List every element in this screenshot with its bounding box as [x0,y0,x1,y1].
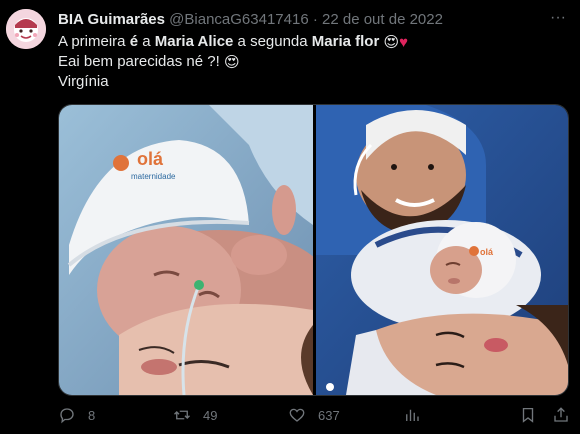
views-button[interactable] [403,402,421,428]
retweet-count: 49 [203,407,218,423]
views-icon [406,409,419,421]
text-segment: a segunda [233,33,312,50]
avatar[interactable] [6,9,46,49]
hat-logo-text: olá [137,149,164,169]
text-segment: Eai bem parecidas né ?! [58,53,224,70]
tweet-date[interactable]: 22 de out de 2022 [322,11,443,28]
bookmark-button[interactable] [519,402,537,428]
reply-icon [60,408,74,424]
like-button[interactable]: 637 [288,402,340,428]
tweet-header: BIA Guimarães @BiancaG63417416 · 22 de o… [58,10,544,30]
text-bold-segment: Maria flor [311,33,380,50]
share-icon [554,407,568,422]
photo-family[interactable]: olá [316,105,568,395]
text-segment: A primeira [58,33,130,50]
red-heart-emoji: ♥ [399,34,409,51]
reply-count: 8 [88,407,96,423]
author-name[interactable]: BIA Guimarães [58,11,165,28]
heart-icon [289,408,305,422]
photo-newborn-mother[interactable]: olá maternidade [59,105,313,395]
baby-hat-logo-text: olá [480,247,494,257]
tweet-text: A primeira é a Maria Alice a segunda Mar… [58,32,560,92]
retweet-button[interactable]: 49 [173,402,217,428]
heart-eyes-emoji: 😍 [223,54,240,71]
share-button[interactable] [552,402,570,428]
retweet-icon [174,410,190,420]
more-icon[interactable]: ··· [548,10,568,28]
photo-right-illustration: olá [316,105,568,395]
tweet: BIA Guimarães @BiancaG63417416 · 22 de o… [0,0,580,434]
like-count: 637 [318,407,340,423]
tweet-line-1: A primeira é a Maria Alice a segunda Mar… [58,32,560,52]
media-grid: olá maternidade olá [58,104,569,396]
text-bold-segment: é [129,33,139,50]
tweet-line-2: Eai bem parecidas né ?! 😍 [58,52,560,72]
reply-button[interactable]: 8 [58,402,95,428]
action-bar: 8 49 637 [58,402,570,428]
heart-eyes-emoji: 😍 [383,34,400,51]
separator: · [312,11,318,28]
bookmark-icon [522,407,534,423]
avatar-image [6,9,46,49]
author-handle[interactable]: @BiancaG63417416 [169,11,309,28]
text-bold-segment: Maria Alice [154,33,234,50]
text-segment: a [138,33,155,50]
photo-left-illustration: olá maternidade [59,105,313,395]
tweet-line-3: Virgínia [58,73,109,90]
hat-logo-subtext: maternidade [131,172,176,181]
